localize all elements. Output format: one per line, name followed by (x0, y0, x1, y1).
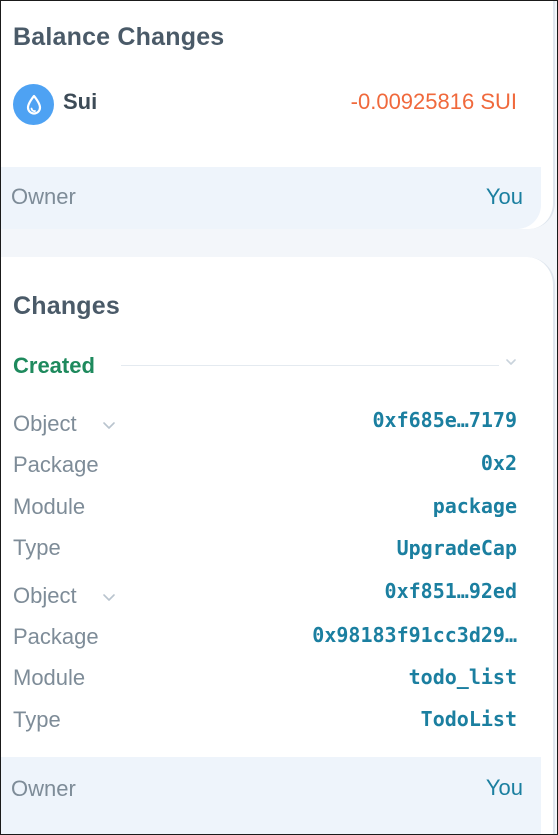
owner-label: Owner (11, 184, 76, 209)
object-id-link[interactable]: 0xf685e…7179 (373, 408, 518, 432)
object-label: Object (13, 583, 77, 608)
type-label: Type (13, 707, 61, 732)
chevron-down-icon[interactable] (101, 589, 117, 605)
created-section-label[interactable]: Created (13, 353, 95, 379)
balance-changes-card: Balance Changes Sui -0.00925816 SUI Owne… (1, 1, 555, 229)
chevron-down-icon[interactable] (101, 417, 117, 433)
type-label: Type (13, 535, 61, 560)
module-link[interactable]: todo_list (409, 665, 517, 689)
module-label: Module (13, 494, 86, 519)
changes-card: Changes Created Object 0xf685e…7179 Pack… (1, 257, 555, 834)
object-id-link[interactable]: 0xf851…92ed (385, 579, 517, 603)
balance-changes-title: Balance Changes (13, 23, 225, 51)
changes-owner-row: Owner You (1, 757, 541, 834)
transaction-panel: Balance Changes Sui -0.00925816 SUI Owne… (0, 0, 558, 835)
package-link[interactable]: 0x98183f91cc3d29… (312, 623, 517, 647)
changes-title: Changes (13, 292, 120, 320)
module-link[interactable]: package (433, 494, 517, 518)
owner-value[interactable]: You (486, 775, 523, 801)
chevron-down-icon[interactable] (504, 355, 518, 369)
type-value[interactable]: TodoList (421, 707, 517, 731)
owner-label: Owner (11, 776, 76, 801)
coin-name: Sui (63, 89, 98, 114)
package-label: Package (13, 452, 99, 477)
owner-value[interactable]: You (486, 184, 523, 210)
sui-drop-icon (13, 84, 54, 125)
balance-owner-row: Owner You (1, 167, 541, 229)
divider (121, 365, 499, 366)
module-label: Module (13, 665, 86, 690)
type-value[interactable]: UpgradeCap (397, 536, 517, 560)
package-label: Package (13, 624, 99, 649)
balance-amount: -0.00925816 SUI (350, 89, 517, 114)
package-link[interactable]: 0x2 (481, 451, 517, 475)
object-label: Object (13, 411, 77, 436)
